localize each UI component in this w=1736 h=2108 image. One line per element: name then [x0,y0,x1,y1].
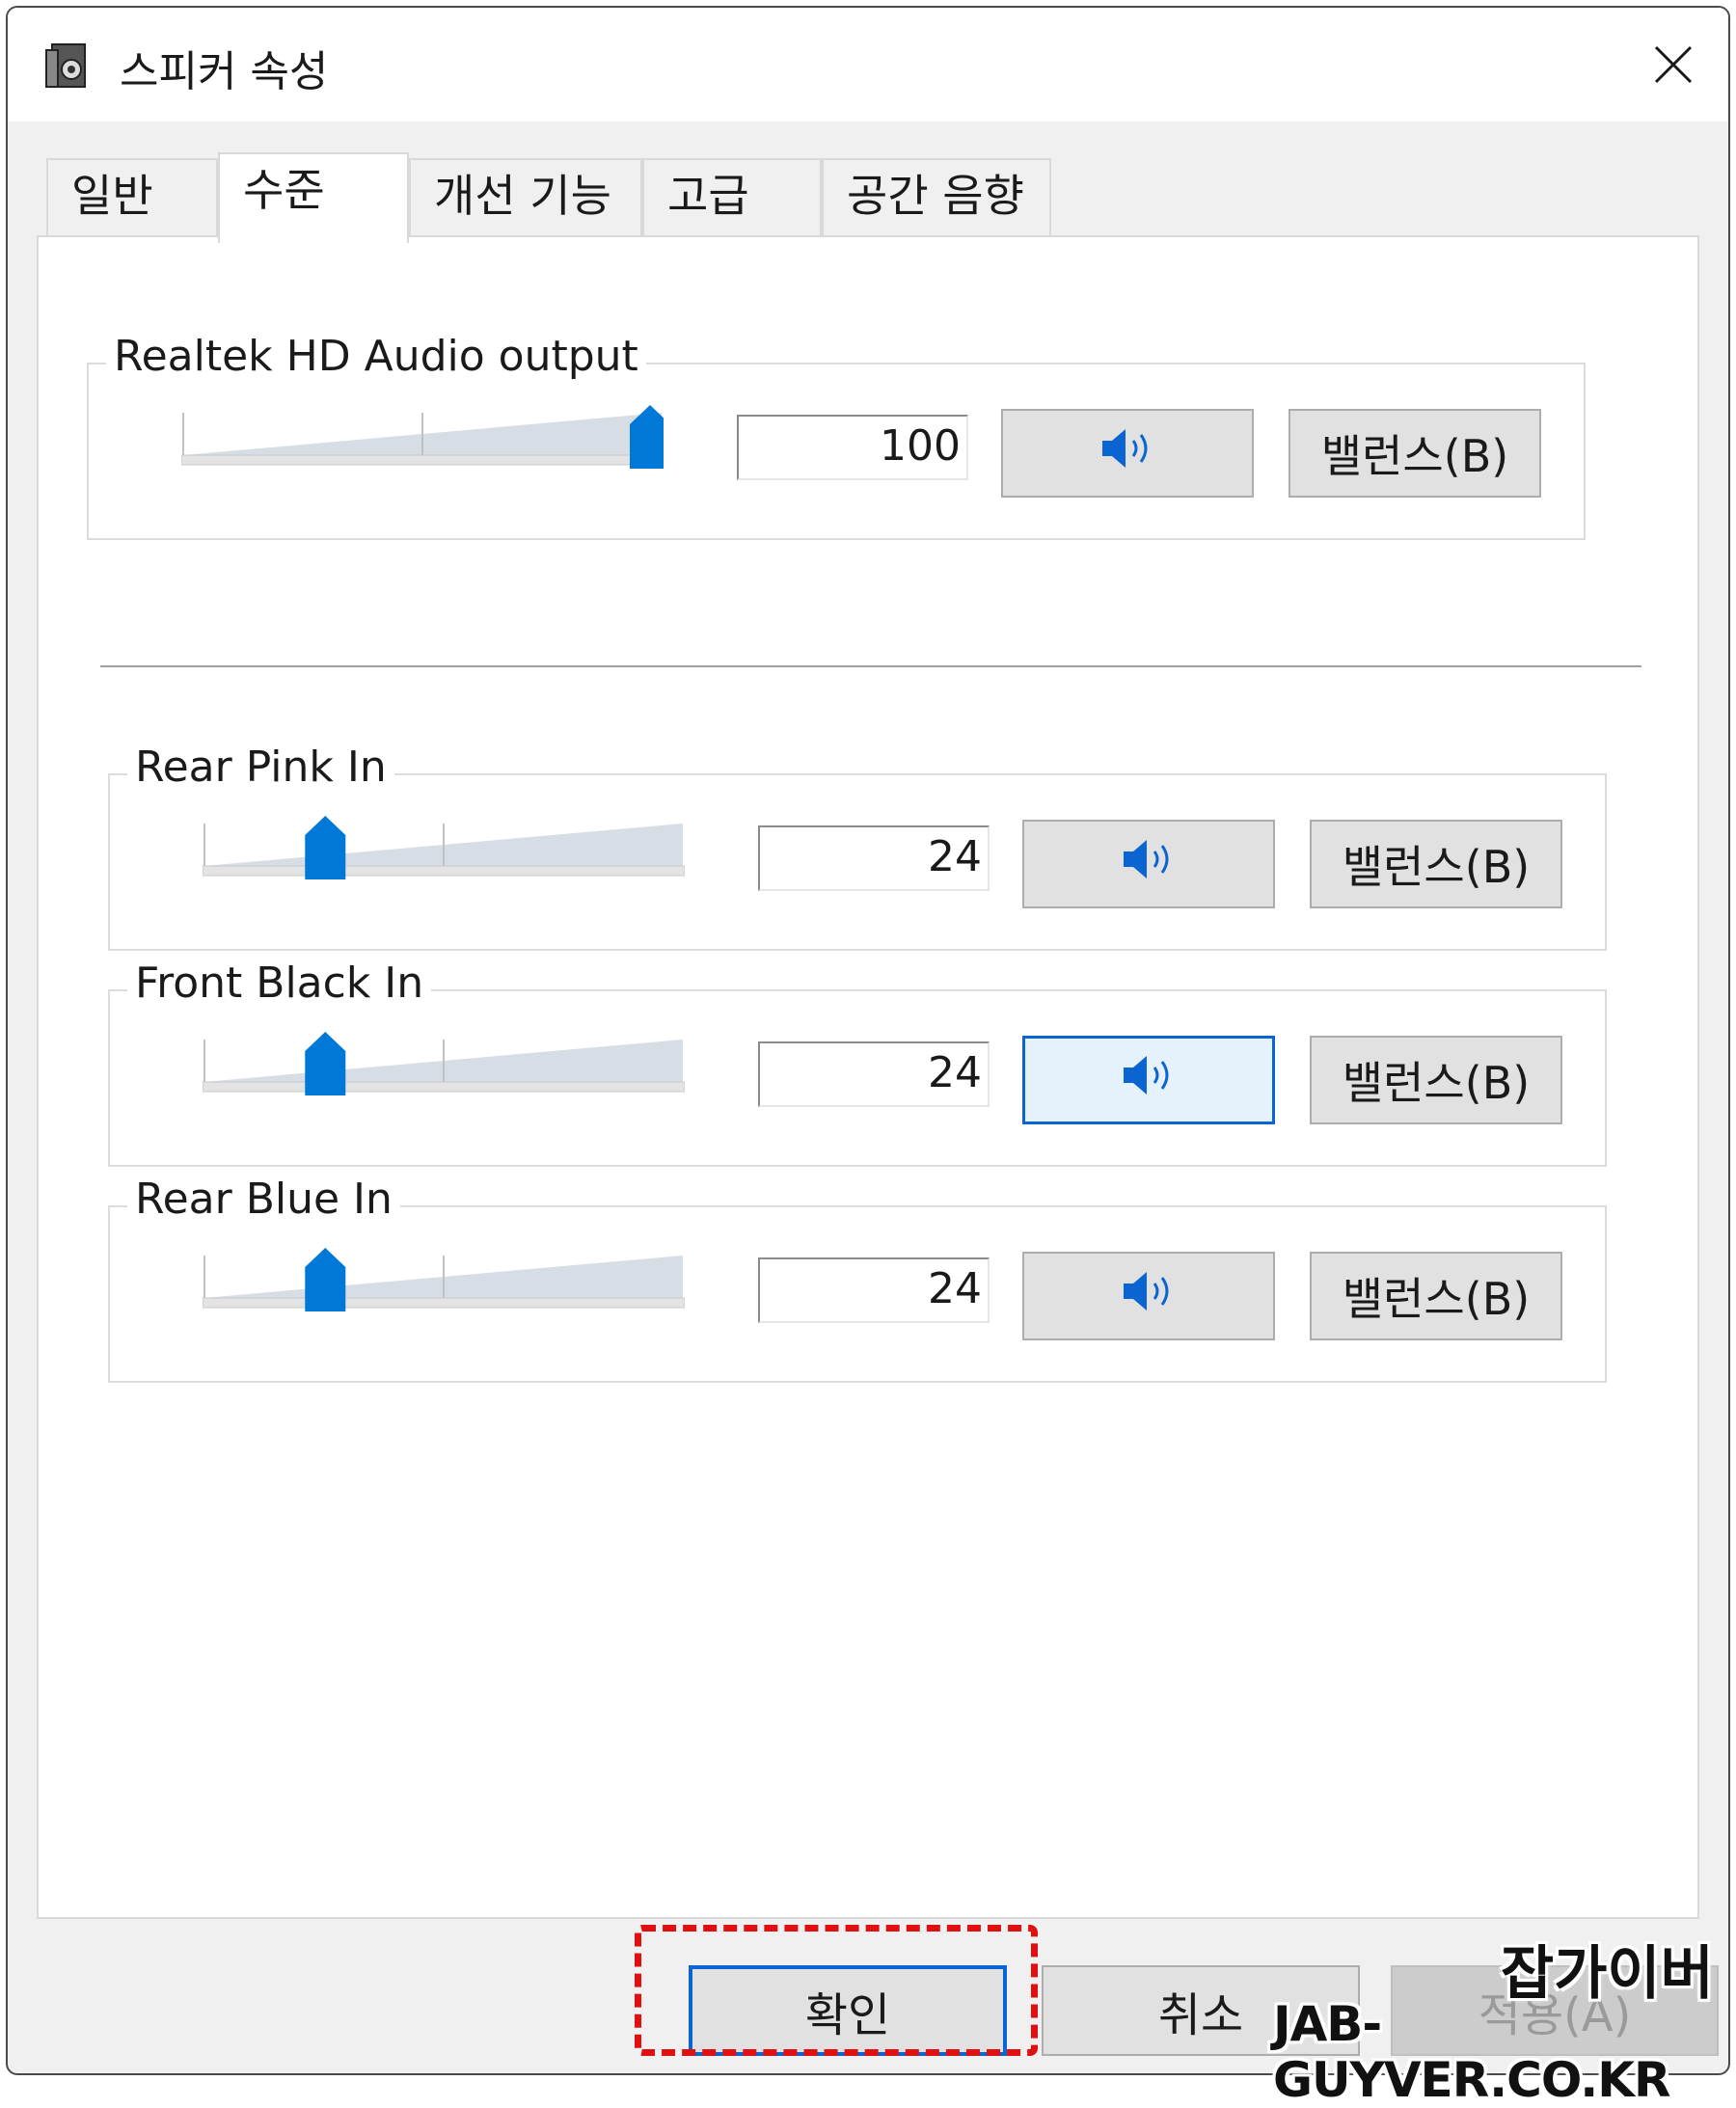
speaker-volume-icon [1120,1052,1178,1109]
close-icon [1654,45,1693,84]
device-group-rear-pink: Rear Pink In 24 밸런스(B) [108,743,1607,951]
title-bar: 스피커 속성 [8,8,1728,122]
tab-general[interactable]: 일반 [46,158,218,235]
volume-slider[interactable] [202,1246,686,1315]
slider-thumb[interactable] [305,1032,346,1095]
slider-track [180,454,665,466]
balance-button[interactable]: 밸런스(B) [1288,409,1541,498]
slider-graphic [202,816,686,879]
device-name: Realtek HD Audio output [106,332,646,381]
speaker-properties-window: 스피커 속성 일반 수준 개선 기능 고급 공간 음향 Realtek HD A… [6,6,1730,2075]
tab-levels[interactable]: 수준 [218,152,409,243]
window-title: 스피커 속성 [120,47,329,96]
slider-thumb[interactable] [630,405,670,469]
mute-button[interactable] [1022,820,1275,908]
volume-slider[interactable] [202,814,686,883]
slider-thumb[interactable] [305,816,346,879]
slider-graphic [180,405,670,469]
volume-value-field[interactable]: 24 [758,1041,990,1107]
balance-button[interactable]: 밸런스(B) [1310,1036,1562,1124]
mute-button[interactable] [1022,1036,1275,1124]
balance-button[interactable]: 밸런스(B) [1310,1252,1562,1340]
speaker-volume-icon [1099,425,1156,482]
device-name: Rear Blue In [127,1175,400,1224]
speaker-volume-icon [1120,1268,1178,1325]
tab-advanced[interactable]: 고급 [642,158,822,235]
mute-button[interactable] [1022,1252,1275,1340]
slider-track [202,865,686,877]
close-button[interactable] [1638,29,1709,100]
device-name: Front Black In [127,959,432,1008]
slider-thumb[interactable] [305,1248,346,1311]
mute-button[interactable] [1001,409,1254,498]
device-group-rear-blue: Rear Blue In 24 밸런스(B) [108,1175,1607,1383]
device-group-output: Realtek HD Audio output 100 밸런스(B) [87,332,1586,540]
device-group-front-black: Front Black In 24 밸런스(B) [108,959,1607,1167]
levels-panel: Realtek HD Audio output 100 밸런스(B) Rear … [37,235,1699,1919]
watermark-url: JAB-GUYVER.CO.KR [1273,1996,1670,2108]
tab-spatial-sound[interactable]: 공간 음향 [822,158,1051,235]
volume-value-field[interactable]: 24 [758,1257,990,1323]
separator-line [100,665,1641,667]
slider-graphic [202,1032,686,1095]
balance-button[interactable]: 밸런스(B) [1310,820,1562,908]
volume-value-field[interactable]: 100 [737,415,968,480]
device-name: Rear Pink In [127,743,394,792]
slider-graphic [202,1248,686,1311]
volume-slider[interactable] [202,1030,686,1099]
slider-track [202,1297,686,1309]
ok-button-highlight [635,1925,1038,2056]
tab-enhancements[interactable]: 개선 기능 [409,158,642,235]
speaker-volume-icon [1120,836,1178,893]
speaker-properties-icon [44,41,93,91]
volume-slider[interactable] [180,403,670,473]
slider-track [202,1081,686,1093]
volume-value-field[interactable]: 24 [758,825,990,891]
